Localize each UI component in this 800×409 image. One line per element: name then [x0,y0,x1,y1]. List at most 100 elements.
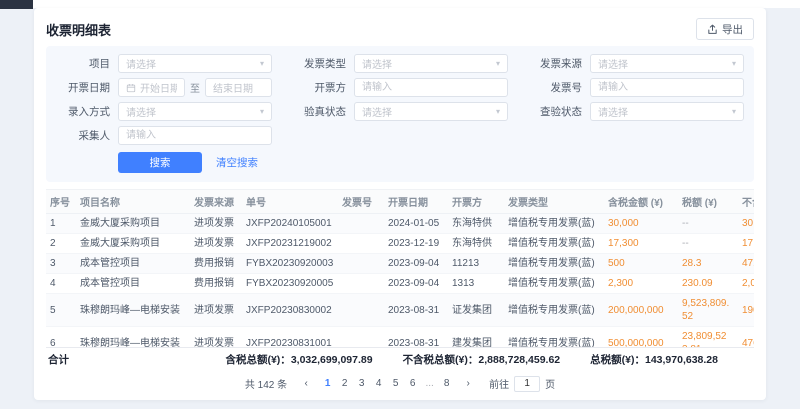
column-header: 开票日期 [384,190,448,214]
invoice-no-label: 发票号 [528,80,582,95]
table-cell: FYBX20230920003 [242,254,338,274]
invoice-table: 序号项目名称发票来源单号发票号开票日期开票方发票类型含税金额 (¥)税额 (¥)… [46,190,754,347]
table-cell: 2023-08-31 [384,327,448,348]
project-field: 项目 请选择 ▾ [56,54,272,73]
end-date-placeholder: 结束日期 [213,80,253,95]
verify-status-select[interactable]: 请选择 ▾ [354,102,508,121]
table-cell [338,214,384,234]
table-cell: 东海特供 [448,214,504,234]
column-header: 含税金额 (¥) [604,190,678,214]
table-cell: 进项发票 [190,234,242,254]
table-cell: 17,300 [604,234,678,254]
issuer-field: 开票方 [292,78,508,97]
invoice-source-field: 发票来源 请选择 ▾ [528,54,744,73]
page-button[interactable]: 8 [438,375,455,392]
table-cell: 金威大厦采购项目 [76,214,190,234]
table-cell: 进项发票 [190,214,242,234]
table-cell: 190,476,190.48 [738,294,754,327]
start-date-input[interactable]: 开始日期 [118,78,185,97]
invoice-no-input[interactable] [590,78,744,97]
collector-field: 采集人 [56,126,272,145]
table-cell: 增值税专用发票(蓝) [504,327,604,348]
next-page-button[interactable]: › [460,375,476,392]
search-button[interactable]: 搜索 [118,152,202,173]
check-status-select[interactable]: 请选择 ▾ [590,102,744,121]
chevron-down-icon: ▾ [260,107,264,116]
table-cell: 476,190,476.19 [738,327,754,348]
table-cell: 增值税专用发票(蓝) [504,254,604,274]
table-cell: 9,523,809.52 [678,294,738,327]
table-cell: 230.09 [678,274,738,294]
table-cell: 30,000 [604,214,678,234]
entry-method-select[interactable]: 请选择 ▾ [118,102,272,121]
page-title: 收票明细表 [46,20,111,39]
filter-panel: 项目 请选择 ▾ 发票类型 请选择 ▾ 发票来源 请选择 ▾ [46,46,754,182]
summary-values: 含税总额(¥)：3,032,699,097.89 不含税总额(¥)：2,888,… [225,352,718,367]
summary-net-total: 不含税总额(¥)：2,888,728,459.62 [403,352,561,367]
page-button[interactable]: 6 [404,375,421,392]
chevron-down-icon: ▾ [496,107,500,116]
column-header: 发票来源 [190,190,242,214]
table-cell: 2023-09-04 [384,254,448,274]
project-select[interactable]: 请选择 ▾ [118,54,272,73]
page-button[interactable]: 1 [319,375,336,392]
table-cell: 增值税专用发票(蓝) [504,274,604,294]
chevron-down-icon: ▾ [496,59,500,68]
collector-label: 采集人 [56,128,110,143]
column-header: 发票类型 [504,190,604,214]
table-cell: 增值税专用发票(蓝) [504,214,604,234]
table-cell: 17,300 [738,234,754,254]
table-cell: 2024-01-05 [384,214,448,234]
table-cell: 建发集团 [448,327,504,348]
table-cell: 2,069.91 [738,274,754,294]
issuer-input[interactable] [354,78,508,97]
chevron-down-icon: ▾ [732,107,736,116]
table-cell: 费用报销 [190,254,242,274]
summary-total-label: 合计 [48,352,69,367]
invoice-date-field: 开票日期 开始日期 至 结束日期 [56,78,272,97]
invoice-no-field: 发票号 [528,78,744,97]
page-button[interactable]: 3 [353,375,370,392]
goto-label: 前往 [489,376,509,391]
table-row[interactable]: 2金威大厦采购项目进项发票JXFP202312190022023-12-19东海… [46,234,754,254]
project-label: 项目 [56,56,110,71]
verify-status-label: 验真状态 [292,104,346,119]
invoice-date-label: 开票日期 [56,80,110,95]
page-jump-input[interactable] [514,376,540,392]
table-row[interactable]: 6珠穆朗玛峰—电梯安装进项发票JXFP202308310012023-08-31… [46,327,754,348]
check-status-field: 查验状态 请选择 ▾ [528,102,744,121]
export-button[interactable]: 导出 [696,18,754,40]
page-suffix-label: 页 [545,376,555,391]
page-button[interactable]: 4 [370,375,387,392]
table-cell: JXFP20231219002 [242,234,338,254]
table-row[interactable]: 5珠穆朗玛峰—电梯安装进项发票JXFP202308300022023-08-31… [46,294,754,327]
invoice-type-select[interactable]: 请选择 ▾ [354,54,508,73]
column-header: 税额 (¥) [678,190,738,214]
total-count: 共 142 条 [245,376,287,391]
check-status-label: 查验状态 [528,104,582,119]
page-button[interactable]: 5 [387,375,404,392]
end-date-input[interactable]: 结束日期 [205,78,272,97]
column-header: 项目名称 [76,190,190,214]
pagination: 共 142 条 ‹ 123456...8 › 前往 页 [46,371,754,394]
table-row[interactable]: 4成本管控项目费用报销FYBX202309200052023-09-041313… [46,274,754,294]
page-list: 123456...8 [319,375,455,392]
invoice-source-select[interactable]: 请选择 ▾ [590,54,744,73]
table-row[interactable]: 1金威大厦采购项目进项发票JXFP202401050012024-01-05东海… [46,214,754,234]
invoice-table-container[interactable]: 序号项目名称发票来源单号发票号开票日期开票方发票类型含税金额 (¥)税额 (¥)… [46,189,754,347]
collector-input[interactable] [118,126,272,145]
table-cell: 471.7 [738,254,754,274]
table-cell: 5 [46,294,76,327]
clear-search-button[interactable]: 清空搜索 [216,155,258,170]
column-header: 不含税金额 (¥) [738,190,754,214]
table-cell: -- [678,214,738,234]
prev-page-button[interactable]: ‹ [298,375,314,392]
table-row[interactable]: 3成本管控项目费用报销FYBX202309200032023-09-041121… [46,254,754,274]
chevron-down-icon: ▾ [260,59,264,68]
table-cell: FYBX20230920005 [242,274,338,294]
page-button[interactable]: 2 [336,375,353,392]
column-header: 发票号 [338,190,384,214]
table-cell: 23,809,523.81 [678,327,738,348]
table-cell: JXFP20230830002 [242,294,338,327]
column-header: 单号 [242,190,338,214]
